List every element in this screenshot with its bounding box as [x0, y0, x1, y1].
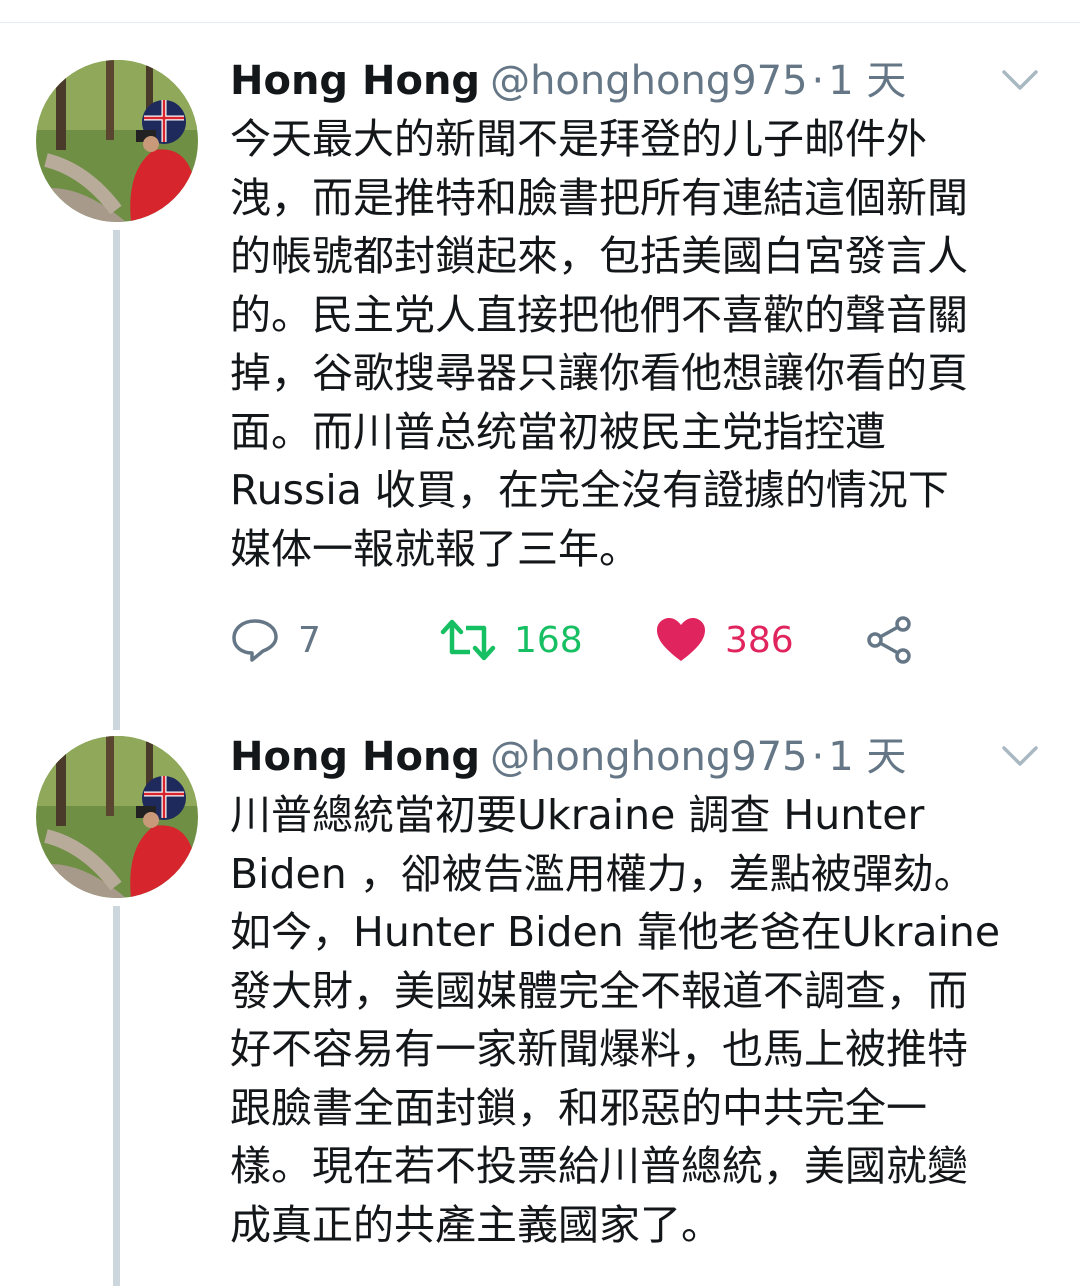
thread-line	[113, 230, 120, 730]
chevron-down-icon[interactable]	[1000, 64, 1040, 96]
display-name[interactable]: Hong Hong	[230, 58, 480, 104]
separator-dot: ·	[811, 734, 825, 780]
retweet-button[interactable]: 168	[440, 610, 583, 670]
tweet[interactable]: Hong Hong @honghong975 · 1 天 今天最大的新聞不是拜登的儿子…	[0, 50, 1080, 730]
avatar-image	[36, 736, 198, 898]
avatar[interactable]	[36, 736, 198, 898]
tweet-text: 川普總統當初要Ukraine 調查 Hunter Biden ，卻被告濫用權力，…	[230, 791, 1001, 1249]
top-divider	[0, 22, 1080, 23]
thread-line	[113, 906, 120, 1286]
tweet[interactable]: Hong Hong @honghong975 · 1 天 川普總統當初要Ukraine…	[0, 726, 1080, 1286]
avatar-image	[36, 60, 198, 222]
tweet-header: Hong Hong @honghong975 · 1 天	[230, 54, 906, 108]
avatar[interactable]	[36, 60, 198, 222]
timestamp[interactable]: 1 天	[828, 734, 906, 780]
retweet-count: 168	[514, 619, 583, 661]
user-handle[interactable]: @honghong975	[490, 58, 807, 104]
reply-button[interactable]: 7	[230, 610, 321, 670]
retweet-icon	[440, 619, 496, 661]
user-handle[interactable]: @honghong975	[490, 734, 807, 780]
separator-dot: ·	[811, 58, 825, 104]
share-button[interactable]	[865, 610, 915, 670]
heart-icon	[657, 618, 705, 661]
tweet-header: Hong Hong @honghong975 · 1 天	[230, 730, 906, 784]
share-icon	[867, 616, 911, 664]
chevron-down-icon[interactable]	[1000, 740, 1040, 772]
reply-icon	[232, 619, 278, 662]
timestamp[interactable]: 1 天	[828, 58, 906, 104]
reply-count: 7	[298, 619, 321, 661]
like-button[interactable]: 386	[655, 610, 794, 670]
tweet-actions: 7 168 386	[230, 610, 950, 670]
tweet-text: 今天最大的新聞不是拜登的儿子邮件外 洩，而是推特和臉書把所有連結這個新聞 的帳號…	[230, 115, 968, 573]
display-name[interactable]: Hong Hong	[230, 734, 480, 780]
like-count: 386	[725, 619, 794, 661]
